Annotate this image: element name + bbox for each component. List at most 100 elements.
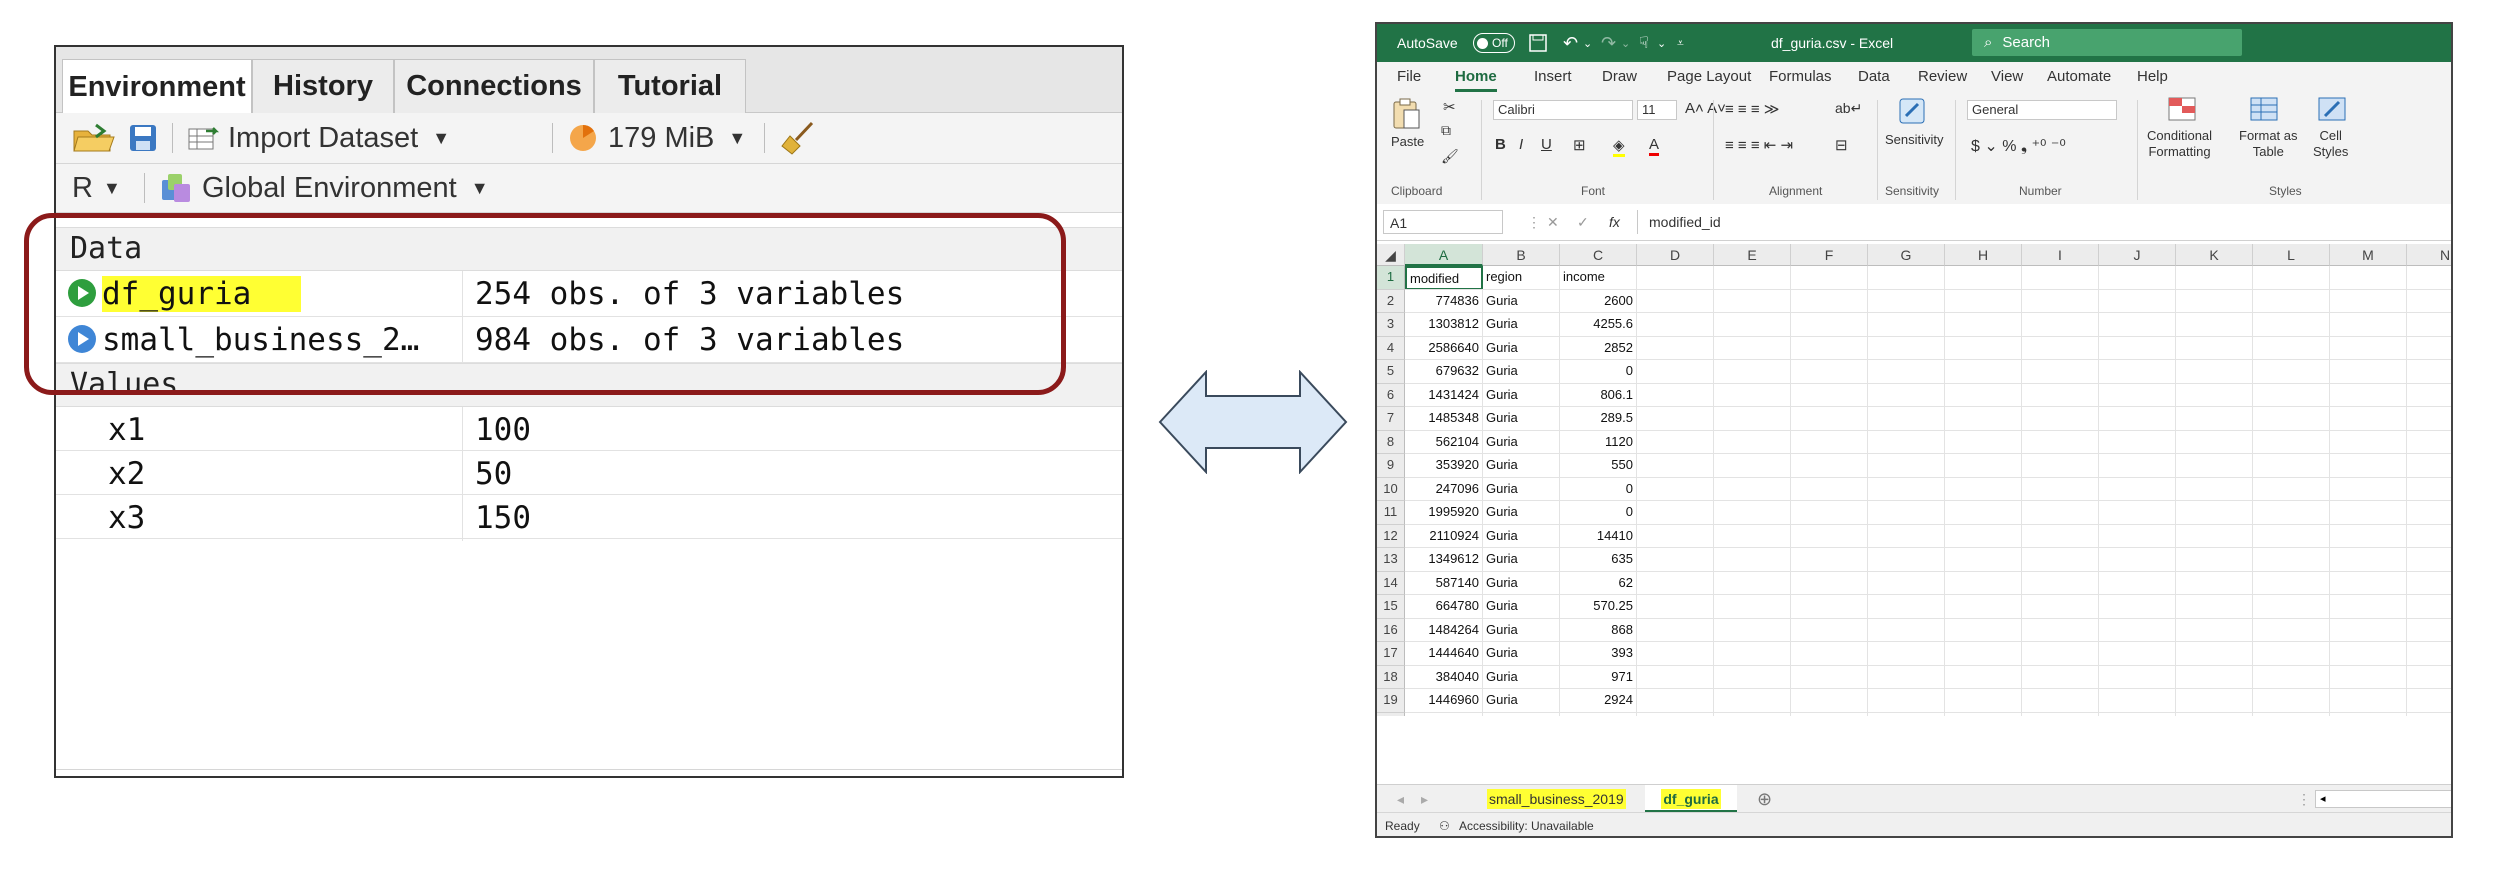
tab-review[interactable]: Review [1918, 62, 1967, 92]
row-header[interactable]: 1 [1377, 266, 1405, 290]
sheet-scroll-right-icon[interactable]: ▸ [1421, 785, 1428, 813]
table-cell[interactable]: Guria [1483, 477, 1560, 501]
horizontal-scrollbar[interactable]: ◂ [2315, 790, 2451, 808]
row-header[interactable]: 8 [1377, 430, 1405, 454]
row-header[interactable]: 3 [1377, 313, 1405, 337]
cell-styles-button[interactable]: Cell Styles [2313, 128, 2348, 160]
table-cell[interactable]: 440 [1560, 712, 1637, 716]
row-header[interactable]: 14 [1377, 571, 1405, 595]
table-cell[interactable]: Guria [1483, 313, 1560, 337]
underline-button[interactable]: U [1541, 136, 1552, 153]
tab-history[interactable]: History [252, 59, 394, 113]
italic-button[interactable]: I [1519, 136, 1523, 153]
row-header[interactable]: 10 [1377, 477, 1405, 501]
table-cell[interactable]: Guria [1483, 524, 1560, 548]
tab-home[interactable]: Home [1455, 62, 1497, 92]
table-cell[interactable]: 562104 [1405, 430, 1483, 454]
number-format-icons[interactable]: $ ⌄ % ❟ ⁺⁰ ⁻⁰ [1971, 136, 2066, 156]
table-cell[interactable]: 550 [1560, 454, 1637, 478]
table-cell[interactable]: 884312 [1405, 712, 1483, 716]
table-cell[interactable]: Guria [1483, 430, 1560, 454]
open-folder-icon[interactable] [72, 113, 116, 163]
table-cell[interactable]: 1446960 [1405, 689, 1483, 713]
table-cell[interactable]: 62 [1560, 571, 1637, 595]
sheet-tab-df-guria[interactable]: df_guria [1645, 785, 1737, 813]
bold-button[interactable]: B [1495, 136, 1506, 153]
table-cell[interactable]: Guria [1483, 712, 1560, 716]
table-cell[interactable]: Guria [1483, 548, 1560, 572]
cancel-icon[interactable]: ✕ [1547, 204, 1559, 240]
sheet-tab-small-business[interactable]: small_business_2019 [1487, 785, 1626, 813]
merge-center-icon[interactable]: ⊟ [1835, 136, 1848, 154]
format-painter-icon[interactable]: 🖌 [1441, 148, 1459, 165]
table-cell[interactable]: 806.1 [1560, 383, 1637, 407]
column-header[interactable]: K [2176, 244, 2253, 266]
table-cell[interactable]: Guria [1483, 289, 1560, 313]
table-cell[interactable]: Guria [1483, 595, 1560, 619]
row-header[interactable]: 17 [1377, 642, 1405, 666]
touch-mode-icon[interactable]: ☟ [1639, 24, 1649, 62]
memory-usage-button[interactable]: 179 MiB ▼ [568, 113, 746, 163]
grow-font-icon[interactable]: A˄ A˅ [1685, 100, 1726, 117]
insert-function-icon[interactable]: fx [1609, 204, 1620, 240]
row-header[interactable]: 6 [1377, 383, 1405, 407]
table-cell[interactable]: 1485348 [1405, 407, 1483, 431]
table-cell[interactable]: 774836 [1405, 289, 1483, 313]
column-header[interactable]: A [1405, 244, 1483, 266]
name-box[interactable]: A1 [1383, 210, 1503, 234]
tab-view[interactable]: View [1991, 62, 2023, 92]
table-cell[interactable]: Guria [1483, 689, 1560, 713]
undo-icon[interactable]: ↶ [1563, 24, 1578, 62]
fill-color-icon[interactable]: ◈ [1613, 136, 1625, 157]
table-cell[interactable]: 570.25 [1560, 595, 1637, 619]
column-header[interactable]: B [1483, 244, 1560, 266]
column-header[interactable]: D [1637, 244, 1714, 266]
table-cell[interactable]: 2852 [1560, 336, 1637, 360]
table-cell[interactable]: Guria [1483, 360, 1560, 384]
column-header[interactable]: N [2407, 244, 2451, 266]
add-sheet-icon[interactable]: ⊕ [1757, 785, 1772, 813]
tab-draw[interactable]: Draw [1602, 62, 1637, 92]
tab-insert[interactable]: Insert [1534, 62, 1572, 92]
row-header[interactable]: 15 [1377, 595, 1405, 619]
column-header[interactable]: F [1791, 244, 1868, 266]
redo-icon[interactable]: ↷ [1601, 24, 1616, 62]
cell-styles-icon[interactable] [2317, 96, 2347, 125]
row-header[interactable]: 12 [1377, 524, 1405, 548]
search-box[interactable]: ⌕ Search [1972, 29, 2242, 56]
column-header[interactable]: C [1560, 244, 1637, 266]
format-as-table-icon[interactable] [2249, 96, 2279, 125]
table-cell[interactable]: 384040 [1405, 665, 1483, 689]
save-icon[interactable] [128, 113, 158, 163]
table-cell[interactable]: Guria [1483, 454, 1560, 478]
value-row[interactable]: x3 150 [56, 495, 1122, 541]
row-header[interactable]: 16 [1377, 618, 1405, 642]
import-dataset-button[interactable]: Import Dataset ▼ [188, 113, 450, 163]
row-header[interactable]: 19 [1377, 689, 1405, 713]
broom-icon[interactable] [780, 113, 816, 163]
paste-button[interactable] [1391, 98, 1421, 133]
row-header[interactable]: 4 [1377, 336, 1405, 360]
table-cell[interactable]: Guria [1483, 407, 1560, 431]
autosave-toggle[interactable]: Off [1473, 24, 1515, 62]
sheet-scroll-left-icon[interactable]: ◂ [1397, 785, 1404, 813]
status-accessibility[interactable]: Accessibility: Unavailable [1459, 813, 1594, 836]
tab-connections[interactable]: Connections [394, 59, 594, 113]
table-cell[interactable]: region [1483, 266, 1560, 290]
wrap-text-icon[interactable]: ab↵ [1835, 100, 1862, 117]
environment-scope-selector[interactable]: Global Environment ▼ [160, 164, 489, 212]
column-header[interactable]: L [2253, 244, 2330, 266]
table-cell[interactable]: 1995920 [1405, 501, 1483, 525]
language-selector[interactable]: R ▼ [72, 164, 121, 212]
table-cell[interactable]: 1444640 [1405, 642, 1483, 666]
row-header[interactable]: 5 [1377, 360, 1405, 384]
cut-icon[interactable]: ✂ [1443, 98, 1456, 116]
table-cell[interactable]: 1303812 [1405, 313, 1483, 337]
column-header[interactable]: M [2330, 244, 2407, 266]
conditional-formatting-button[interactable]: Conditional Formatting [2147, 128, 2212, 160]
row-header[interactable]: 11 [1377, 501, 1405, 525]
table-cell[interactable]: Guria [1483, 383, 1560, 407]
row-header[interactable]: 13 [1377, 548, 1405, 572]
table-cell[interactable]: 1120 [1560, 430, 1637, 454]
table-cell[interactable]: Guria [1483, 336, 1560, 360]
